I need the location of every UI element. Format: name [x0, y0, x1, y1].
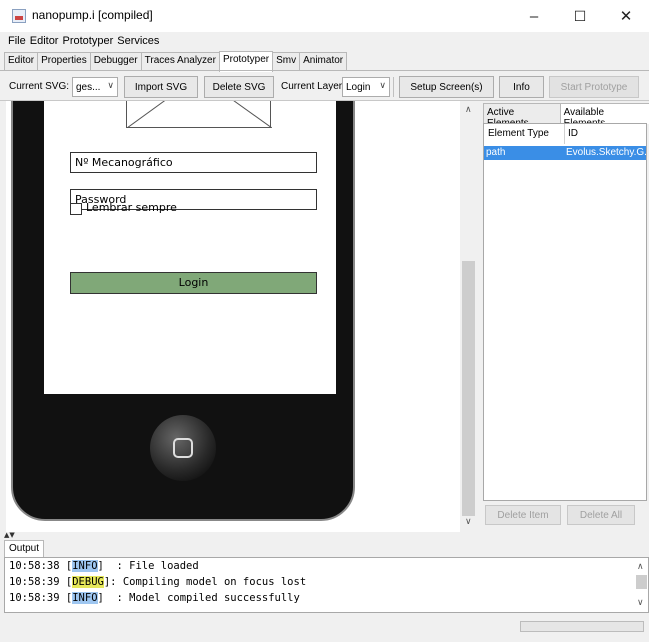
- log-time: 10:58:39: [9, 592, 60, 604]
- current-svg-select[interactable]: ges... ∨: [72, 77, 118, 97]
- log-message: : Compiling model on focus lost: [110, 576, 307, 588]
- tab-available-elements[interactable]: Available Elements: [559, 103, 649, 129]
- tab-active-elements[interactable]: Active Elements: [483, 103, 561, 129]
- row-element-type: path: [486, 147, 506, 158]
- panel-splitter[interactable]: ▲▼: [0, 531, 649, 539]
- tab-smv[interactable]: Smv: [272, 52, 301, 71]
- current-svg-value: ges...: [76, 81, 101, 93]
- delete-item-button[interactable]: Delete Item: [485, 505, 561, 525]
- remember-checkbox[interactable]: [70, 203, 82, 215]
- close-button[interactable]: ✕: [603, 0, 649, 32]
- remember-label: Lembrar sempre: [86, 201, 177, 214]
- delete-svg-button[interactable]: Delete SVG: [204, 76, 274, 98]
- log-level: DEBUG: [72, 576, 104, 588]
- tab-output[interactable]: Output: [4, 540, 45, 557]
- current-layer-value: Login: [346, 81, 371, 93]
- column-header-id[interactable]: ID: [568, 128, 578, 139]
- chevron-down-icon: ∨: [379, 80, 386, 90]
- maximize-button[interactable]: ☐: [557, 0, 603, 32]
- image-placeholder-cross: [127, 101, 272, 128]
- tab-divider: [0, 70, 649, 71]
- tab-traces-analyzer[interactable]: Traces Analyzer: [140, 52, 220, 71]
- tab-editor[interactable]: Editor: [4, 52, 39, 71]
- window-title: nanopump.i [compiled]: [32, 8, 153, 22]
- tab-animator[interactable]: Animator: [299, 52, 348, 71]
- table-row[interactable]: path Evolus.Sketchy.G...: [484, 146, 646, 160]
- home-square-icon: [173, 438, 193, 458]
- tab-properties[interactable]: Properties: [37, 52, 91, 71]
- menu-services[interactable]: Services: [117, 33, 163, 51]
- splitter-arrows-icon[interactable]: ▲▼: [4, 531, 15, 539]
- log-line: 10:58:39 [INFO] : Model compiled success…: [9, 592, 300, 604]
- log-message: : Model compiled successfully: [103, 592, 300, 604]
- menu-bar: File Editor Prototyper Services: [0, 33, 649, 51]
- output-scrollbar-thumb[interactable]: [636, 575, 647, 589]
- scroll-down-icon[interactable]: ∨: [637, 598, 644, 608]
- log-time: 10:58:38: [9, 560, 60, 572]
- minimize-button[interactable]: –: [511, 0, 557, 32]
- import-svg-button[interactable]: Import SVG: [124, 76, 198, 98]
- log-level: INFO: [72, 560, 98, 572]
- current-layer-label: Current Layer: [281, 81, 343, 92]
- start-prototype-button[interactable]: Start Prototype: [549, 76, 639, 98]
- canvas-vertical-scrollbar[interactable]: ∧ ∨: [460, 101, 477, 532]
- scroll-up-icon[interactable]: ∧: [465, 105, 472, 115]
- tab-prototyper[interactable]: Prototyper: [218, 51, 274, 72]
- toolbar-separator: [393, 77, 394, 97]
- scroll-up-icon[interactable]: ∧: [637, 562, 644, 572]
- java-app-icon: [12, 9, 26, 23]
- prototype-canvas[interactable]: Nº Mecanográfico Password Lembrar sempre…: [6, 101, 460, 532]
- output-console: 10:58:38 [INFO] : File loaded 10:58:39 […: [4, 557, 649, 613]
- scrollbar-thumb[interactable]: [462, 261, 475, 516]
- image-placeholder: [126, 101, 272, 128]
- delete-all-button[interactable]: Delete All: [567, 505, 635, 525]
- home-button[interactable]: [150, 415, 216, 481]
- menu-editor[interactable]: Editor: [30, 33, 63, 51]
- scroll-down-icon[interactable]: ∨: [465, 517, 472, 527]
- column-divider: [564, 124, 565, 144]
- title-bar: nanopump.i [compiled] – ☐ ✕: [0, 0, 649, 32]
- tab-debugger[interactable]: Debugger: [89, 52, 142, 71]
- status-bar: [0, 614, 649, 642]
- menu-file[interactable]: File: [0, 33, 30, 51]
- current-layer-select[interactable]: Login ∨: [342, 77, 390, 97]
- elements-table: Element Type ID path Evolus.Sketchy.G...: [483, 123, 647, 501]
- info-button[interactable]: Info: [499, 76, 544, 98]
- prototyper-toolbar: Current SVG: ges... ∨ Import SVG Delete …: [0, 72, 649, 100]
- main-tabs: Editor Properties Debugger Traces Analyz…: [4, 51, 348, 72]
- login-button[interactable]: Login: [70, 272, 317, 294]
- log-line: 10:58:38 [INFO] : File loaded: [9, 560, 199, 572]
- phone-frame: Nº Mecanográfico Password Lembrar sempre…: [11, 101, 355, 521]
- progress-bar: [520, 621, 644, 632]
- phone-screen: Nº Mecanográfico Password Lembrar sempre…: [44, 101, 336, 394]
- chevron-down-icon: ∨: [107, 80, 114, 90]
- log-line: 10:58:39 [DEBUG]: Compiling model on foc…: [9, 576, 307, 588]
- employee-number-field[interactable]: Nº Mecanográfico: [70, 152, 317, 173]
- log-message: : File loaded: [103, 560, 199, 572]
- row-element-id: Evolus.Sketchy.G...: [566, 147, 646, 158]
- column-header-element-type[interactable]: Element Type: [488, 128, 549, 139]
- elements-panel: Active Elements Available Elements Eleme…: [481, 101, 649, 531]
- log-time: 10:58:39: [9, 576, 60, 588]
- elements-tabs: Active Elements Available Elements: [483, 103, 649, 129]
- menu-prototyper[interactable]: Prototyper: [62, 33, 117, 51]
- setup-screens-button[interactable]: Setup Screen(s): [399, 76, 494, 98]
- log-level: INFO: [72, 592, 98, 604]
- current-svg-label: Current SVG:: [9, 81, 70, 92]
